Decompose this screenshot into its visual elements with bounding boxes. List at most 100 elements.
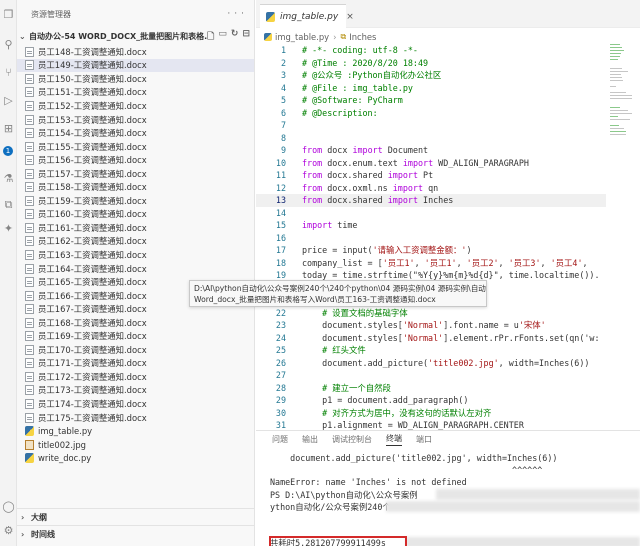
minimap-line (610, 110, 628, 111)
panel-tab[interactable]: 问题 (272, 434, 288, 445)
file-name: 员工165-工资调整通知.docx (38, 277, 147, 288)
close-icon[interactable]: × (346, 12, 354, 22)
file-item[interactable]: 员工174-工资调整通知.docx (17, 397, 254, 411)
file-name: 员工158-工资调整通知.docx (38, 182, 147, 193)
file-name: 员工149-工资调整通知.docx (38, 60, 147, 71)
outline-section[interactable]: › 大纲 (17, 508, 254, 525)
file-tree: 员工148-工资调整通知.docx 员工149-工资调整通知.docx 员工150-… (17, 45, 254, 465)
file-item[interactable]: title002.jpg (17, 438, 254, 452)
terminal[interactable]: document.add_picture('title002.jpg', wid… (256, 453, 640, 546)
more-actions-icon[interactable]: ··· (227, 9, 248, 19)
code-editor[interactable]: 1 # -*- coding: utf-8 -*- 2 # @Time : 2020/… (256, 44, 606, 430)
file-item[interactable]: 员工162-工资调整通知.docx (17, 235, 254, 249)
panel-tab[interactable]: 输出 (302, 434, 318, 445)
word-file-icon (25, 141, 34, 152)
code-text: # @Software: PyCharm (302, 95, 403, 106)
file-item[interactable]: 员工175-工资调整通知.docx (17, 411, 254, 425)
chevron-right-icon: › (333, 32, 337, 42)
code-text: from docx.enum.text import WD_ALIGN_PARA… (302, 157, 529, 168)
file-item[interactable]: 员工164-工资调整通知.docx (17, 262, 254, 276)
activity-bar: ❐ ⚲ ⑂ ▷ ⊞ 1 ⚗ ⧉ ✦ ◯ ⚙ (0, 0, 17, 546)
breadcrumb-file[interactable]: img_table.py (275, 32, 329, 42)
line-number: 22 (275, 307, 286, 318)
file-item[interactable]: 员工157-工资调整通知.docx (17, 167, 254, 181)
line-number: 18 (275, 257, 286, 268)
settings-gear-icon[interactable]: ⚙ (2, 524, 15, 537)
file-item[interactable]: 员工148-工资调整通知.docx (17, 45, 254, 59)
terminal-line: PS D:\AI\python自动化\公众号案例 (270, 490, 418, 500)
new-file-icon[interactable]: 🗋 (207, 29, 214, 45)
word-file-icon (25, 249, 34, 260)
file-item[interactable]: 员工149-工资调整通知.docx (17, 58, 254, 73)
file-item[interactable]: 员工171-工资调整通知.docx (17, 357, 254, 371)
sidebar-title: 资源管理器 (31, 9, 71, 19)
code-line: 3 # @公众号 :Python自动化办公社区 (256, 69, 606, 82)
file-item[interactable]: 员工151-工资调整通知.docx (17, 86, 254, 100)
workspace-folder[interactable]: ⌄ 自动办公-54 WORD_DOCX_批量把图片和表格... 🗋 ▭ ↻ ⊟ (17, 28, 254, 45)
file-item[interactable]: 员工163-工资调整通知.docx (17, 248, 254, 262)
account-icon[interactable]: ◯ (2, 500, 15, 513)
file-item[interactable]: 员工152-工资调整通知.docx (17, 99, 254, 113)
file-item[interactable]: 员工153-工资调整通知.docx (17, 113, 254, 127)
line-number: 24 (275, 332, 286, 343)
minimap[interactable] (608, 44, 634, 164)
search-icon[interactable]: ⚲ (2, 38, 15, 51)
word-file-icon (25, 128, 34, 139)
code-line: 5 # @Software: PyCharm (256, 94, 606, 107)
file-item[interactable]: 员工169-工资调整通知.docx (17, 329, 254, 343)
code-text: from docx import Document (302, 145, 429, 156)
panel-tab[interactable]: 端口 (416, 434, 432, 445)
file-item[interactable]: 员工170-工资调整通知.docx (17, 343, 254, 357)
extensions-icon[interactable]: ⊞ (2, 122, 15, 135)
line-number: 31 (275, 420, 286, 430)
word-file-icon (25, 358, 34, 369)
run-debug-icon[interactable]: ▷ (2, 94, 15, 107)
file-name: 员工161-工资调整通知.docx (38, 222, 147, 233)
file-item[interactable]: 员工173-工资调整通知.docx (17, 384, 254, 398)
bottom-panel: 问题 输出 调试控制台 终端 端口 document.add_picture('titl… (256, 430, 640, 546)
remote-icon[interactable]: ⧉ (2, 198, 15, 211)
breadcrumb-symbol[interactable]: Inches (349, 32, 376, 42)
code-line: 29 p1 = document.add_paragraph() (256, 394, 606, 407)
file-name: 员工169-工资调整通知.docx (38, 331, 147, 342)
code-text: p1 = document.add_paragraph() (302, 395, 469, 406)
python-file-icon (264, 33, 272, 41)
code-text: # @公众号 :Python自动化办公社区 (302, 70, 442, 81)
file-item[interactable]: 员工159-工资调整通知.docx (17, 194, 254, 208)
terminal-line: document.add_picture('title002.jpg', wid… (270, 453, 558, 463)
new-folder-icon[interactable]: ▭ (218, 29, 227, 45)
timeline-section[interactable]: › 时间线 (17, 525, 254, 542)
explorer-icon[interactable]: ❐ (2, 8, 15, 21)
code-text: company_list = ['员工1', '员工1', '员工2', '员工… (302, 257, 588, 268)
panel-tab[interactable]: 调试控制台 (332, 434, 372, 445)
file-item[interactable]: 员工160-工资调整通知.docx (17, 208, 254, 222)
source-control-icon[interactable]: ⑂ (2, 66, 15, 79)
file-name: 员工164-工资调整通知.docx (38, 263, 147, 274)
minimap-line (610, 86, 616, 87)
tab-img-table[interactable]: img_table.py × (260, 4, 354, 28)
file-item[interactable]: img_table.py (17, 424, 254, 438)
testing-icon[interactable]: ⚗ (2, 172, 15, 185)
file-item[interactable]: 员工154-工资调整通知.docx (17, 126, 254, 140)
file-name: 员工156-工资调整通知.docx (38, 155, 147, 166)
file-item[interactable]: 员工155-工资调整通知.docx (17, 140, 254, 154)
file-item[interactable]: write_doc.py (17, 451, 254, 465)
collapse-all-icon[interactable]: ⊟ (242, 29, 250, 45)
panel-tab[interactable]: 终端 (386, 433, 402, 446)
line-number: 30 (275, 407, 286, 418)
file-item[interactable]: 员工161-工资调整通知.docx (17, 221, 254, 235)
file-item[interactable]: 员工168-工资调整通知.docx (17, 316, 254, 330)
code-line: 25 # 红头文件 (256, 344, 606, 357)
redacted-text (406, 537, 640, 546)
refresh-icon[interactable]: ↻ (231, 29, 239, 45)
file-name: 员工167-工资调整通知.docx (38, 304, 147, 315)
file-item[interactable]: 员工158-工资调整通知.docx (17, 180, 254, 194)
code-line: 27 (256, 369, 606, 382)
file-item[interactable]: 员工150-工资调整通知.docx (17, 72, 254, 86)
word-file-icon (25, 277, 34, 288)
python-icon[interactable]: ✦ (2, 222, 15, 235)
line-number: 12 (275, 182, 286, 193)
file-item[interactable]: 员工156-工资调整通知.docx (17, 153, 254, 167)
file-item[interactable]: 员工172-工资调整通知.docx (17, 370, 254, 384)
word-file-icon (25, 114, 34, 125)
